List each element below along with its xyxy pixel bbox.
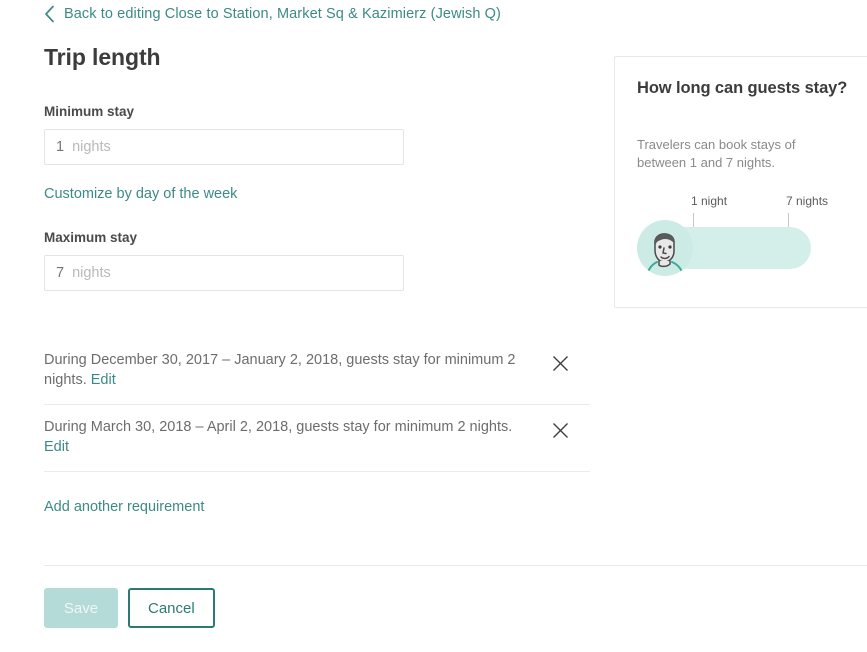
minimum-stay-value: 1 (56, 139, 64, 155)
requirement-row: During December 30, 2017 – January 2, 20… (44, 338, 590, 404)
requirement-text: During March 30, 2018 – April 2, 2018, g… (44, 417, 534, 457)
help-panel: How long can guests stay? Travelers can … (614, 56, 867, 308)
close-icon[interactable] (552, 355, 569, 372)
max-tick-label: 7 nights (786, 194, 828, 208)
minimum-stay-input[interactable]: 1 nights (44, 129, 404, 165)
requirement-edit-link[interactable]: Edit (91, 372, 116, 388)
close-icon[interactable] (552, 422, 569, 439)
footer-actions: Save Cancel (44, 588, 215, 628)
requirements-list: During December 30, 2017 – January 2, 20… (44, 338, 590, 516)
requirement-row: During March 30, 2018 – April 2, 2018, g… (44, 404, 590, 471)
stay-range-illustration: 1 night 7 nights (637, 194, 867, 274)
avatar-person-icon (637, 220, 693, 276)
main-content: Trip length Minimum stay 1 nights Custom… (44, 44, 604, 516)
maximum-stay-input[interactable]: 7 nights (44, 255, 404, 291)
footer-divider (44, 565, 867, 566)
help-panel-description: Travelers can book stays of between 1 an… (637, 136, 842, 172)
maximum-stay-value: 7 (56, 265, 64, 281)
requirements-divider (44, 471, 590, 472)
back-link[interactable]: Back to editing Close to Station, Market… (44, 0, 501, 28)
maximum-stay-label: Maximum stay (44, 230, 604, 245)
cancel-button[interactable]: Cancel (128, 588, 215, 628)
minimum-stay-unit: nights (72, 139, 111, 155)
minimum-stay-label: Minimum stay (44, 104, 604, 119)
back-link-label: Back to editing Close to Station, Market… (64, 6, 501, 22)
requirement-description: During March 30, 2018 – April 2, 2018, g… (44, 419, 512, 435)
requirement-edit-link[interactable]: Edit (44, 439, 69, 455)
page-title: Trip length (44, 44, 604, 71)
requirement-text: During December 30, 2017 – January 2, 20… (44, 350, 534, 390)
help-panel-title: How long can guests stay? (637, 79, 867, 98)
save-button[interactable]: Save (44, 588, 118, 628)
maximum-stay-unit: nights (72, 265, 111, 281)
min-tick-label: 1 night (691, 194, 727, 208)
customize-by-day-link[interactable]: Customize by day of the week (44, 186, 237, 202)
add-another-requirement-link[interactable]: Add another requirement (44, 499, 204, 515)
chevron-left-icon (44, 5, 55, 23)
